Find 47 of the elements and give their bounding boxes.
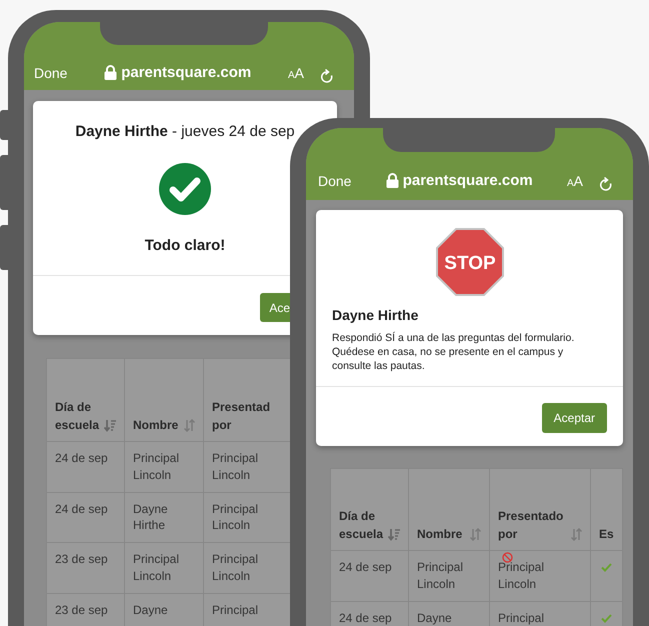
header-label: Nombre	[417, 526, 462, 544]
check-circle-icon	[159, 162, 211, 214]
table-cell: Principal Lincoln	[212, 552, 258, 583]
done-button[interactable]: Done	[34, 63, 68, 84]
text-size-button[interactable]: AA	[566, 171, 583, 192]
sort-icon[interactable]	[184, 419, 195, 432]
sort-icon[interactable]	[104, 419, 116, 432]
table-cell: 23 de sep	[55, 602, 108, 617]
stop-sign: STOP	[436, 228, 504, 296]
table-cell: Principal Lincoln	[212, 502, 258, 532]
table-cell: 23 de sep	[55, 552, 108, 566]
accept-button[interactable]: Ace	[260, 293, 290, 322]
text-size-button[interactable]: AA	[288, 63, 304, 84]
sort-icon[interactable]	[388, 528, 400, 541]
table-cell: 24 de sep	[55, 502, 108, 516]
lock-icon	[386, 173, 399, 188]
accept-button[interactable]: Aceptar	[542, 402, 607, 433]
url-text: parentsquare.com	[402, 170, 533, 190]
header-label: Nombre	[133, 417, 178, 434]
table-cell: Principal	[212, 602, 258, 617]
table-cell: Dayne Hirthe	[133, 502, 168, 532]
table-cell: Principal Lincoln	[133, 451, 180, 482]
table-cell: 24 de sep	[339, 610, 392, 625]
table-cell: 24 de sep	[339, 560, 392, 574]
reload-icon[interactable]	[320, 69, 334, 84]
sort-icon[interactable]	[571, 528, 582, 541]
lock-icon	[104, 65, 118, 80]
header-label: Presentado por	[498, 508, 564, 544]
table-cell: Dayne	[417, 610, 452, 625]
done-button[interactable]: Done	[318, 171, 352, 192]
reload-icon[interactable]	[599, 177, 613, 192]
table-cell: Principal	[498, 610, 544, 625]
modal-message: Respondió SÍ a una de las preguntas del formulario. Quédese en casa, no se presente en el campus y consulte las pautas.	[332, 331, 576, 374]
modal-title: Dayne Hirthe - jueves 24 de sep	[74, 122, 296, 142]
url-text: parentsquare.com	[121, 62, 252, 82]
table-cell: 24 de sep	[55, 451, 108, 465]
person-name: Dayne Hirthe	[332, 306, 420, 325]
table-cell: Principal Lincoln	[498, 560, 544, 591]
table-cell: Principal Lincoln	[417, 560, 464, 591]
header-label: Día de escuela	[339, 508, 384, 544]
table-cell: Dayne	[133, 602, 168, 617]
column-header[interactable]: Es	[599, 525, 614, 544]
table-cell: Principal Lincoln	[133, 552, 180, 583]
sort-icon[interactable]	[470, 528, 481, 541]
table-cell: Principal Lincoln	[212, 451, 258, 482]
header-label: Día de escuela	[55, 398, 100, 434]
status-text: Todo claro!	[144, 236, 226, 256]
